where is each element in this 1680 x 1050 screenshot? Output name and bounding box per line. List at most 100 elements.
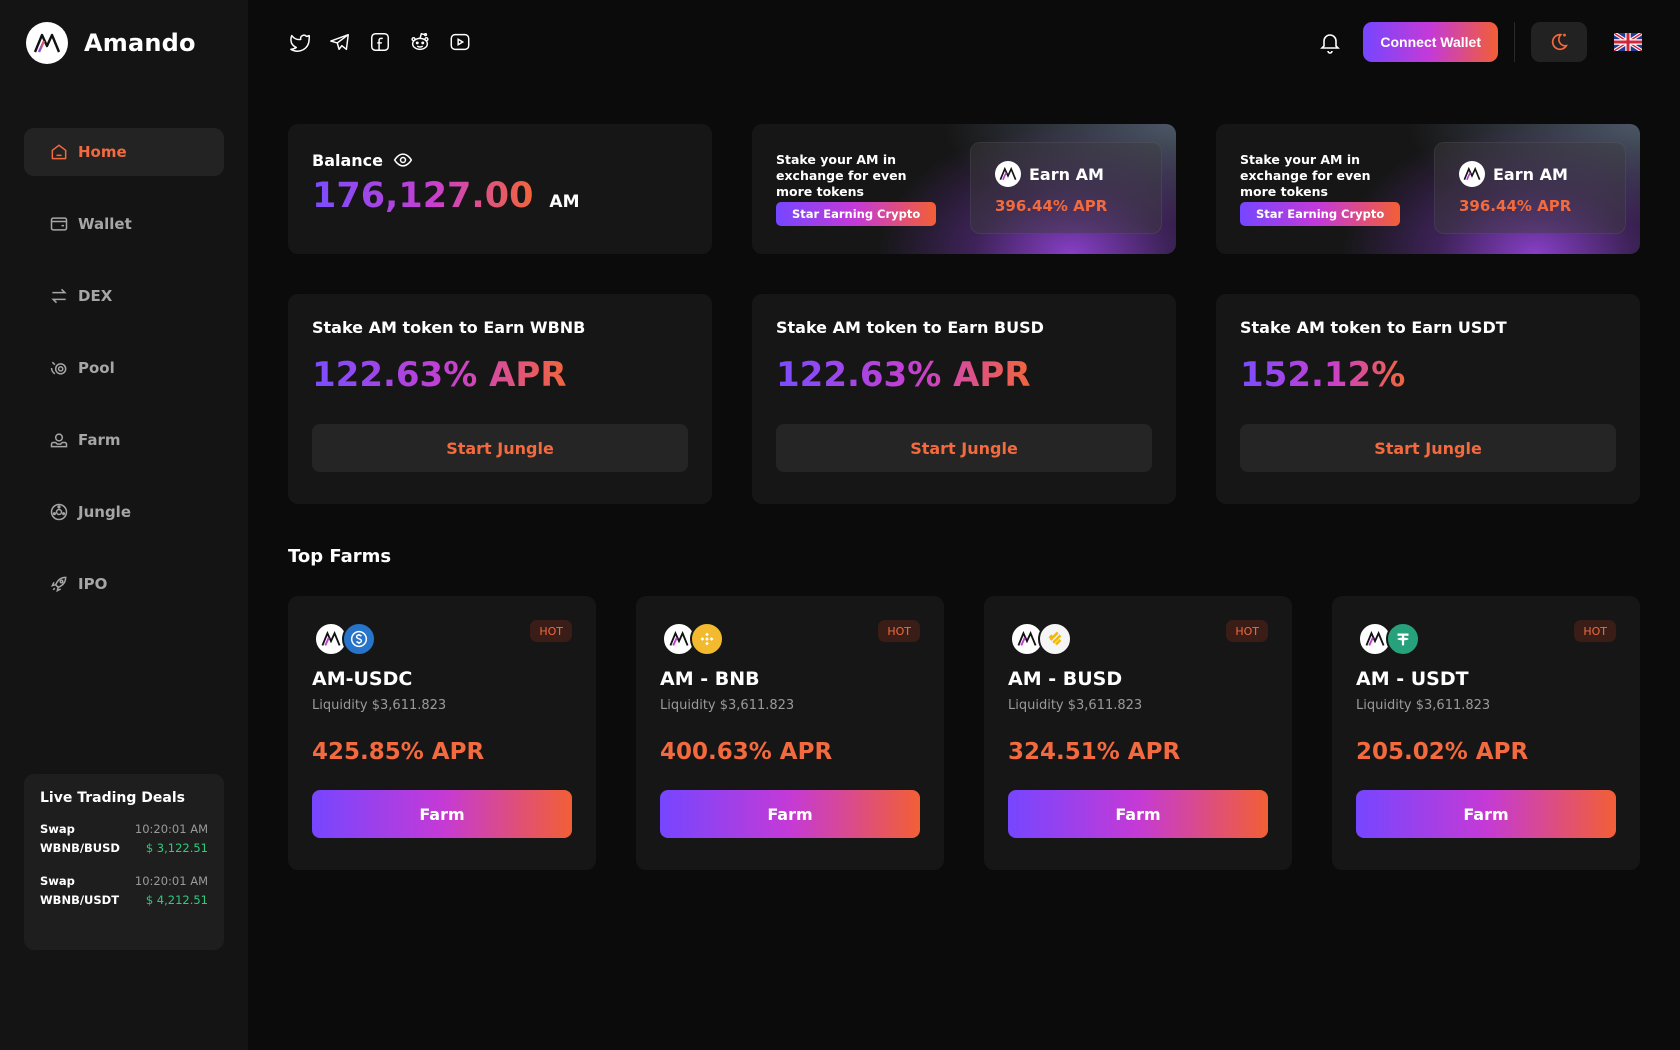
sidebar-item-farm[interactable]: Farm (24, 416, 224, 464)
stake-apr: 152.12% (1240, 355, 1406, 395)
divider (1514, 22, 1515, 62)
deal-type: Swap (40, 874, 75, 888)
farm-card: HOT AM - BUSD Liquidity $3,611.823 324.5… (984, 596, 1292, 870)
start-earning-button[interactable]: Star Earning Crypto (776, 202, 937, 226)
wallet-icon (48, 213, 70, 235)
deal-amount: $ 4,212.51 (145, 893, 208, 907)
busd-icon (1038, 622, 1072, 656)
balance-label: Balance (312, 150, 383, 170)
sidebar-item-pool[interactable]: Pool (24, 344, 224, 392)
farm-name: AM - BNB (660, 668, 760, 690)
amando-logo-icon (26, 22, 68, 64)
balance-value: 176,127.00 (312, 176, 534, 216)
swap-arrows-icon (48, 285, 70, 307)
farm-name: AM - BUSD (1008, 668, 1123, 690)
pool-icon (48, 357, 70, 379)
hot-badge: HOT (1574, 620, 1616, 642)
earn-am-panel[interactable]: Earn AM 396.44% APR (1434, 142, 1626, 234)
brand[interactable]: Amando (26, 22, 196, 64)
farm-icon (48, 429, 70, 451)
sidebar-item-ipo[interactable]: IPO (24, 560, 224, 608)
sidebar-item-label: Home (78, 143, 127, 161)
bell-icon[interactable] (1317, 29, 1343, 55)
deal-time: 10:20:01 AM (134, 874, 208, 888)
hot-badge: HOT (530, 620, 572, 642)
earn-am-panel[interactable]: Earn AM 396.44% APR (970, 142, 1162, 234)
sidebar-item-dex[interactable]: DEX (24, 272, 224, 320)
deal-time: 10:20:01 AM (134, 822, 208, 836)
usdc-icon (342, 622, 376, 656)
farm-apr: 324.51% APR (1008, 739, 1181, 765)
farm-name: AM-USDC (312, 668, 413, 690)
balance-unit: AM (549, 192, 580, 212)
telegram-icon[interactable] (328, 30, 352, 54)
sidebar-item-wallet[interactable]: Wallet (24, 200, 224, 248)
start-jungle-button[interactable]: Start Jungle (776, 424, 1152, 472)
stake-title: Stake AM token to Earn USDT (1240, 318, 1507, 337)
farm-card: HOT AM - BNB Liquidity $3,611.823 400.63… (636, 596, 944, 870)
pair-icons (660, 622, 740, 658)
promo-text: Stake your AM in exchange for even more … (1240, 152, 1371, 199)
sidebar-item-jungle[interactable]: Jungle (24, 488, 224, 536)
start-earning-button[interactable]: Star Earning Crypto (1240, 202, 1401, 226)
sidebar-item-label: Pool (78, 359, 115, 377)
list-item[interactable]: Swap 10:20:01 AM WBNB/BUSD $ 3,122.51 (40, 820, 208, 858)
facebook-icon[interactable] (368, 30, 392, 54)
twitter-icon[interactable] (288, 30, 312, 54)
bnb-icon (690, 622, 724, 656)
eye-icon[interactable] (393, 150, 413, 170)
farm-button[interactable]: Farm (1356, 790, 1616, 838)
uk-flag-icon[interactable] (1613, 31, 1643, 53)
sidebar-item-home[interactable]: Home (24, 128, 224, 176)
farm-button[interactable]: Farm (312, 790, 572, 838)
stake-title: Stake AM token to Earn BUSD (776, 318, 1044, 337)
jungle-icon (48, 501, 70, 523)
promo-card: Stake your AM in exchange for even more … (1216, 124, 1640, 254)
rocket-icon (48, 573, 70, 595)
stake-card: Stake AM token to Earn USDT 152.12% Star… (1216, 294, 1640, 504)
deal-type: Swap (40, 822, 75, 836)
farm-liquidity: Liquidity $3,611.823 (1356, 698, 1491, 713)
reddit-icon[interactable] (408, 30, 432, 54)
amando-logo-icon (1459, 161, 1485, 187)
farm-card: HOT AM - USDT Liquidity $3,611.823 205.0… (1332, 596, 1640, 870)
sidebar-item-label: Jungle (78, 503, 131, 521)
top-farms-title: Top Farms (288, 546, 392, 567)
brand-name: Amando (84, 29, 196, 57)
farm-button[interactable]: Farm (1008, 790, 1268, 838)
youtube-icon[interactable] (448, 30, 472, 54)
balance-card: Balance 176,127.00 AM (288, 124, 712, 254)
farm-apr: 425.85% APR (312, 739, 485, 765)
hot-badge: HOT (878, 620, 920, 642)
list-item[interactable]: Swap 10:20:01 AM WBNB/USDT $ 4,212.51 (40, 872, 208, 910)
sidebar-item-label: IPO (78, 575, 108, 593)
deal-pair: WBNB/USDT (40, 893, 120, 907)
moon-sun-icon (1551, 33, 1568, 51)
theme-toggle-button[interactable] (1531, 22, 1587, 62)
pair-icons (1008, 622, 1088, 658)
amando-logo-icon (995, 161, 1021, 187)
farm-liquidity: Liquidity $3,611.823 (312, 698, 447, 713)
farm-button[interactable]: Farm (660, 790, 920, 838)
connect-wallet-button[interactable]: Connect Wallet (1363, 22, 1498, 62)
farm-name: AM - USDT (1356, 668, 1469, 690)
earn-apr: 396.44% APR (1459, 197, 1572, 215)
earn-title: Earn AM (1493, 164, 1568, 184)
earn-title: Earn AM (1029, 164, 1104, 184)
live-trading-deals-panel: Live Trading Deals Swap 10:20:01 AM WBNB… (24, 774, 224, 950)
sidebar-item-label: DEX (78, 287, 113, 305)
sidebar: Amando Home Wallet DEX Pool Farm Jungle … (0, 0, 248, 1050)
start-jungle-button[interactable]: Start Jungle (1240, 424, 1616, 472)
live-trading-title: Live Trading Deals (40, 790, 185, 806)
stake-card: Stake AM token to Earn WBNB 122.63% APR … (288, 294, 712, 504)
sidebar-item-label: Farm (78, 431, 121, 449)
start-jungle-button[interactable]: Start Jungle (312, 424, 688, 472)
farm-card: HOT AM-USDC Liquidity $3,611.823 425.85%… (288, 596, 596, 870)
pair-icons (1356, 622, 1436, 658)
stake-card: Stake AM token to Earn BUSD 122.63% APR … (752, 294, 1176, 504)
sidebar-nav: Home Wallet DEX Pool Farm Jungle IPO (24, 128, 224, 632)
farm-apr: 400.63% APR (660, 739, 833, 765)
sidebar-item-label: Wallet (78, 215, 132, 233)
promo-card: Stake your AM in exchange for even more … (752, 124, 1176, 254)
deal-amount: $ 3,122.51 (145, 841, 208, 855)
